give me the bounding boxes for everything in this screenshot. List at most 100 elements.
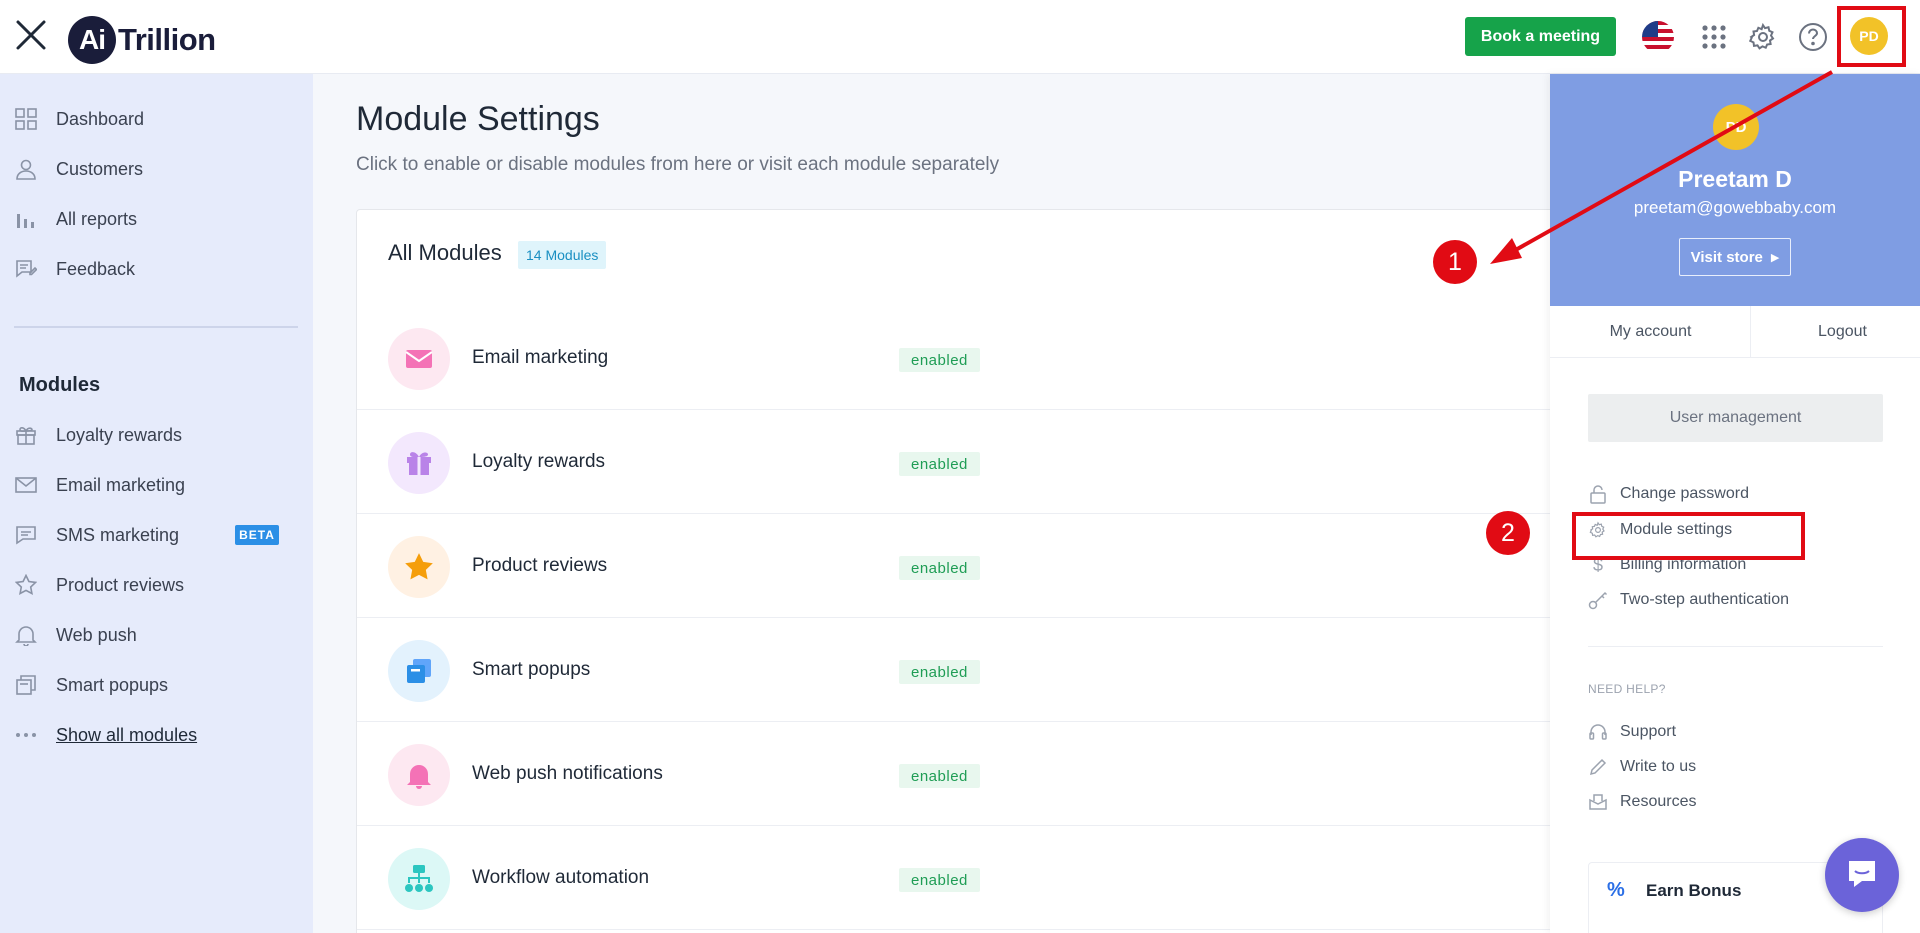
more-dots-icon [14,723,38,747]
module-row-email-marketing[interactable]: Email marketing enabled [357,306,1587,410]
two-step-authentication-link[interactable]: Two-step authentication [1588,587,1789,613]
sidebar-item-all-reports[interactable]: All reports [0,199,313,239]
apps-grid-icon[interactable] [1697,20,1731,54]
logout-button[interactable]: Logout [1750,306,1920,358]
sidebar-item-customers[interactable]: Customers [0,149,313,189]
step-marker-2: 2 [1486,511,1530,555]
status-badge: enabled [899,868,980,892]
panel-avatar: PD [1713,104,1759,150]
sidebar-item-label: Web push [56,624,137,645]
logo[interactable]: Ai Trillion [68,16,216,64]
sidebar-item-loyalty-rewards[interactable]: Loyalty rewards [0,415,313,455]
sidebar-divider [14,326,298,328]
module-count-badge: 14 Modules [518,241,607,269]
user-management-button[interactable]: User management [1588,394,1883,442]
help-icon[interactable] [1796,20,1830,54]
star-icon [388,536,450,598]
link-label: Support [1620,723,1677,740]
change-password-link[interactable]: Change password [1588,481,1749,507]
sidebar-item-web-push[interactable]: Web push [0,615,313,655]
sidebar-item-label: Feedback [56,258,136,279]
pencil-icon [1588,757,1608,777]
close-icon[interactable] [14,18,48,52]
sidebar-item-smart-popups[interactable]: Smart popups [0,665,313,705]
top-bar: Ai Trillion Book a meeting PD [0,0,1920,74]
bar-chart-icon [14,207,38,231]
sidebar-item-label: All reports [56,208,138,229]
visit-store-button[interactable]: Visit store ▶ [1679,238,1791,276]
chat-launcher-button[interactable] [1825,838,1899,912]
module-name: Email marketing [472,347,609,368]
page-title: Module Settings [356,100,600,138]
chat-icon [14,523,38,547]
sidebar-item-email-marketing[interactable]: Email marketing [0,465,313,505]
bell-icon [388,744,450,806]
highlight-box-avatar [1837,6,1906,67]
need-help-heading: NEED HELP? [1588,682,1666,696]
sidebar: Dashboard Customers All reports Feedback… [0,74,313,933]
earn-bonus-label: Earn Bonus [1646,881,1742,900]
sidebar-item-feedback[interactable]: Feedback [0,249,313,289]
gift-icon [14,423,38,447]
write-to-us-link[interactable]: Write to us [1588,754,1696,780]
workflow-icon [388,848,450,910]
user-icon [14,157,38,181]
user-name: Preetam D [1678,166,1792,192]
logo-mark: Ai [68,16,116,64]
module-name: Smart popups [472,659,591,680]
user-menu-panel: PD Preetam D preetam@gowebbaby.com Visit… [1550,74,1920,933]
module-row-loyalty-rewards[interactable]: Loyalty rewards enabled [357,410,1587,514]
headset-icon [1588,722,1608,742]
gear-icon[interactable] [1746,20,1780,54]
visit-store-label: Visit store [1690,248,1763,266]
mail-icon [14,473,38,497]
module-row-product-reviews[interactable]: Product reviews enabled [357,514,1587,618]
status-badge: enabled [899,556,980,580]
sidebar-item-product-reviews[interactable]: Product reviews [0,565,313,605]
status-badge: enabled [899,660,980,684]
lock-icon [1588,484,1608,504]
page-subtitle: Click to enable or disable modules from … [356,154,1000,175]
key-icon [1588,590,1608,610]
modules-heading: Modules [19,374,101,396]
book-meeting-button[interactable]: Book a meeting [1465,17,1616,56]
user-profile-header: PD Preetam D preetam@gowebbaby.com Visit… [1550,74,1920,306]
chat-bubble-icon [1844,855,1880,896]
link-label: Write to us [1620,758,1697,775]
highlight-box-module-settings [1572,512,1805,560]
feedback-icon [14,257,38,281]
logo-text: Trillion [118,22,216,57]
card-title: All Modules [388,240,502,265]
dashboard-icon [14,107,38,131]
support-link[interactable]: Support [1588,719,1676,745]
sidebar-item-label: Customers [56,158,144,179]
module-row-web-push-notifications[interactable]: Web push notifications enabled [357,722,1587,826]
link-label: Change password [1620,485,1749,502]
bell-icon [14,623,38,647]
step-marker-1: 1 [1433,240,1477,284]
module-name: Product reviews [472,555,608,576]
status-badge: enabled [899,764,980,788]
caret-right-icon: ▶ [1770,251,1780,264]
popup-icon [388,640,450,702]
sidebar-item-sms-marketing[interactable]: SMS marketing BETA [0,515,313,555]
account-actions: My account Logout [1550,306,1920,358]
sidebar-item-label: Product reviews [56,574,185,595]
gift-icon [388,432,450,494]
resources-icon [1588,792,1608,812]
module-row-smart-popups[interactable]: Smart popups enabled [357,618,1587,722]
star-icon [14,573,38,597]
show-all-modules-label: Show all modules [56,724,198,745]
show-all-modules-link[interactable]: Show all modules [0,715,313,755]
resources-link[interactable]: Resources [1588,789,1696,815]
module-name: Web push notifications [472,763,663,784]
my-account-button[interactable]: My account [1558,306,1743,358]
module-row-workflow-automation[interactable]: Workflow automation enabled [357,826,1587,930]
mail-icon [388,328,450,390]
sidebar-item-dashboard[interactable]: Dashboard [0,99,313,139]
percent-icon: % [1607,879,1625,901]
us-flag-icon[interactable] [1641,20,1675,54]
status-badge: enabled [899,348,980,372]
status-badge: enabled [899,452,980,476]
sidebar-item-label: Loyalty rewards [56,424,183,445]
